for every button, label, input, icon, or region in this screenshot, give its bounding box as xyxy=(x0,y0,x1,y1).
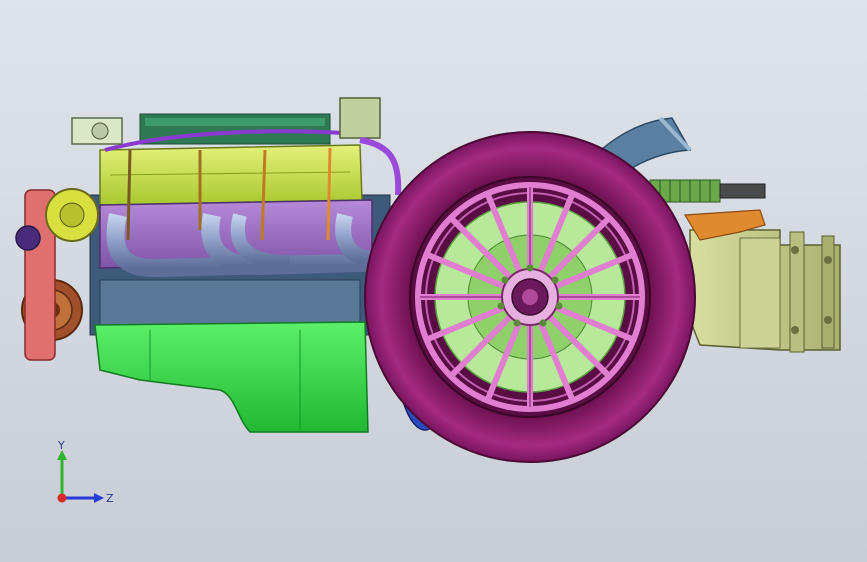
throttle-body xyxy=(339,97,381,139)
orientation-triad: Y Z xyxy=(57,440,114,505)
transaxle xyxy=(689,229,841,353)
suspension-spring xyxy=(649,179,766,203)
z-axis-arrowhead xyxy=(94,493,104,503)
engine-assembly-model[interactable] xyxy=(0,0,867,562)
graphics-viewport[interactable]: Y Z xyxy=(0,0,867,562)
x-axis-origin xyxy=(57,493,67,503)
y-axis-label: Y xyxy=(57,440,65,452)
oil-pan xyxy=(94,321,369,433)
z-axis-label: Z xyxy=(106,492,114,505)
